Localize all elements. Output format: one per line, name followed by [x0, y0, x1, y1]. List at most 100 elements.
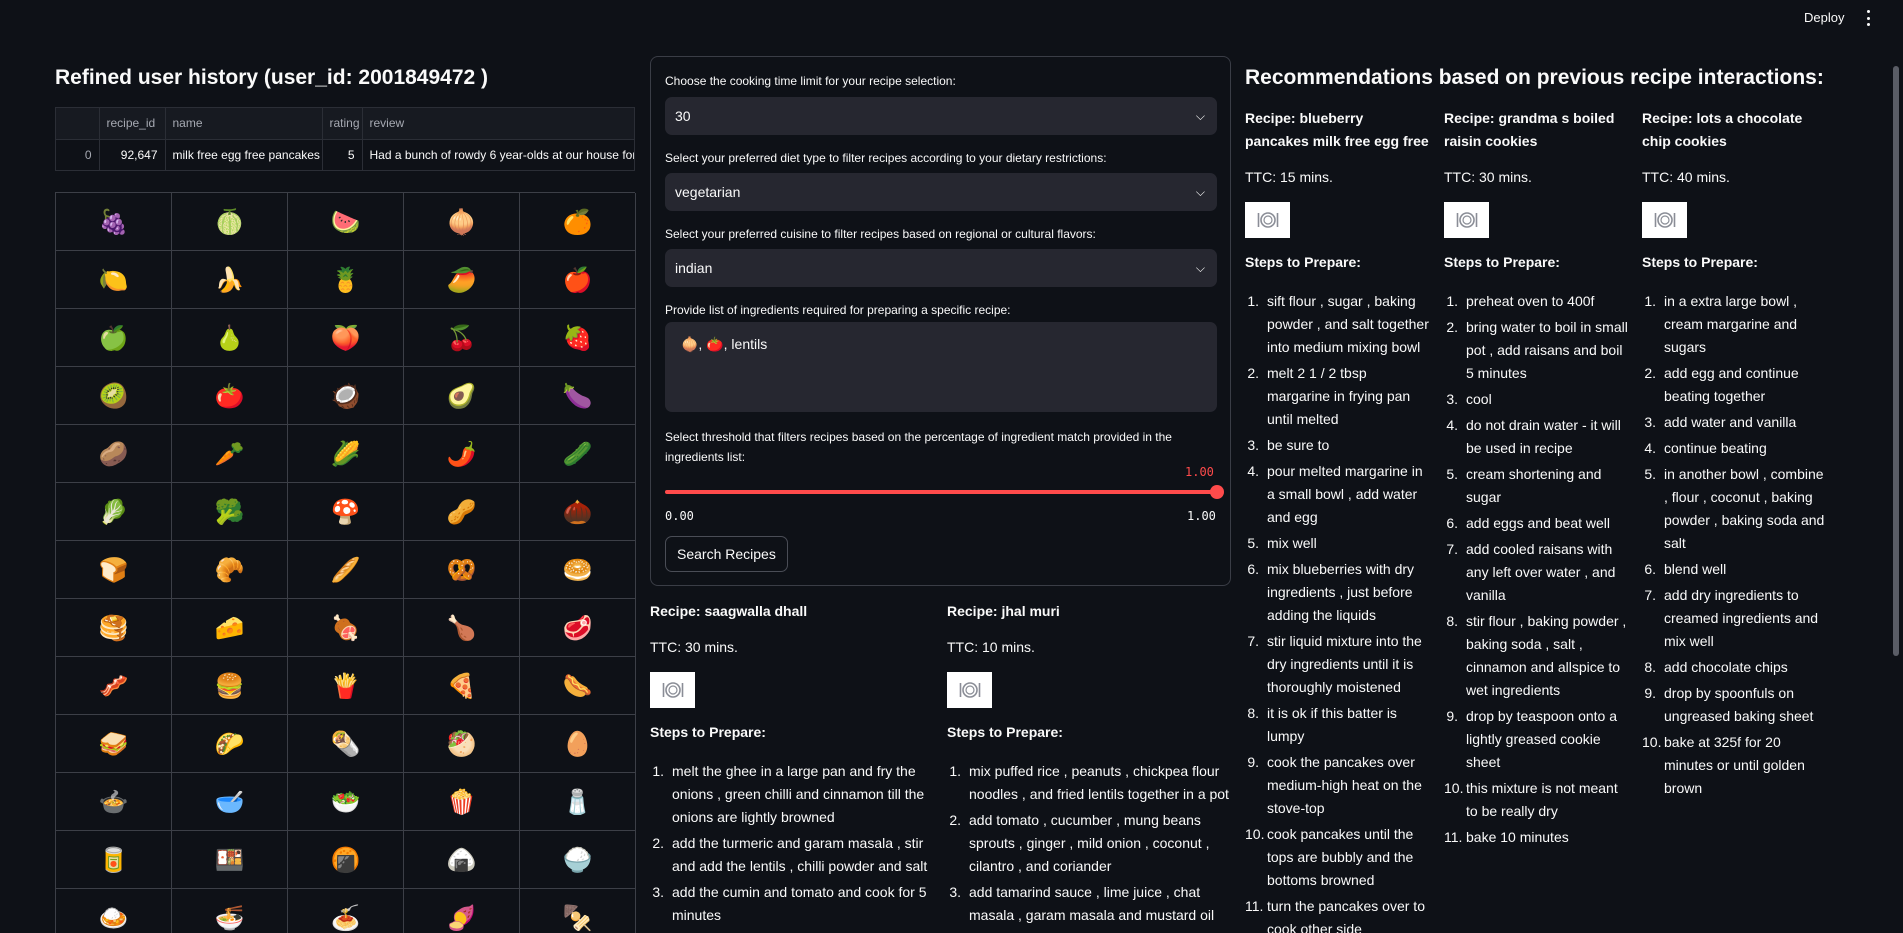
column-header-index[interactable]	[56, 108, 100, 140]
ingredient-cell[interactable]: 🥪	[56, 715, 172, 773]
ingredient-cell[interactable]: 🥬	[56, 483, 172, 541]
ingredient-cell[interactable]: 🍙	[404, 831, 520, 889]
ingredient-cell[interactable]: 🍘	[288, 831, 404, 889]
step-item: 1. preheat oven to 400f	[1446, 293, 1595, 309]
ingredient-cell[interactable]: 🍟	[288, 657, 404, 715]
ingredient-cell[interactable]: 🌭	[520, 657, 636, 715]
cell-name[interactable]: milk free egg free pancakes	[165, 139, 323, 170]
ingredient-cell[interactable]: 🥞	[56, 599, 172, 657]
search-recipes-button[interactable]: Search Recipes	[665, 536, 788, 572]
ingredient-cell[interactable]: 🍉	[288, 193, 404, 251]
ingredient-cell[interactable]: 🥨	[404, 541, 520, 599]
ingredient-cell[interactable]: 🥓	[56, 657, 172, 715]
column-header-rating[interactable]: rating	[322, 108, 363, 140]
ingredient-cell[interactable]: 🥩	[520, 599, 636, 657]
ingredient-cell[interactable]: 🍖	[288, 599, 404, 657]
ingredient-cell[interactable]: 🥜	[404, 483, 520, 541]
deploy-button[interactable]: Deploy	[1796, 6, 1852, 30]
ingredient-cell[interactable]: 🥑	[404, 367, 520, 425]
ingredient-cell[interactable]: 🥯	[520, 541, 636, 599]
time-limit-label: Choose the cooking time limit for your r…	[665, 74, 956, 88]
ingredient-cell[interactable]: 🍿	[404, 773, 520, 831]
ingredient-emoji-grid: 🍇 🍈 🍉 🧅 🍊 🍋 🍌 🍍 🥭 🍎 🍏 🍐 🍑 🍒 🍓 🥝 🍅 🥥 🥑 🍆 🥔 🥕 🌽 🌶️ 🥒 🥬 🥦 🍄 🥜 🌰 🍞 🥐 🥖 🥨 🥯 🥞 🧀 🍖 🍗…	[55, 192, 636, 933]
cell-recipe-id[interactable]: 92,647	[99, 139, 166, 170]
ingredient-cell[interactable]: 🍗	[404, 599, 520, 657]
ingredient-cell[interactable]: 🧂	[520, 773, 636, 831]
ingredient-cell[interactable]: 🍐	[172, 309, 288, 367]
page-scrollbar[interactable]	[1893, 66, 1899, 656]
ingredient-cell[interactable]: 🍋	[56, 251, 172, 309]
ingredients-textarea[interactable]: 🧅, 🍅, lentils	[665, 322, 1217, 412]
ingredient-cell[interactable]: 🥝	[56, 367, 172, 425]
ingredient-cell[interactable]: 🌶️	[404, 425, 520, 483]
ingredient-cell[interactable]: 🍑	[288, 309, 404, 367]
ingredient-cell[interactable]: 🍆	[520, 367, 636, 425]
ingredient-cell[interactable]: 🥔	[56, 425, 172, 483]
step-item: 3. add the cumin and tomato and cook for …	[652, 884, 927, 923]
column-header-recipe-id[interactable]: recipe_id	[99, 108, 166, 140]
ingredient-cell[interactable]: 🥚	[520, 715, 636, 773]
ingredient-cell[interactable]: 🧅	[404, 193, 520, 251]
ingredient-cell[interactable]: 🥖	[288, 541, 404, 599]
table-header-row: recipe_id name rating review	[56, 108, 634, 140]
ingredient-cell[interactable]: 🥕	[172, 425, 288, 483]
ingredient-cell[interactable]: 🌽	[288, 425, 404, 483]
column-header-name[interactable]: name	[165, 108, 323, 140]
ingredient-cell[interactable]: 🥣	[172, 773, 288, 831]
ingredient-cell[interactable]: 🥭	[404, 251, 520, 309]
ingredient-cell[interactable]: 🥙	[404, 715, 520, 773]
ingredient-cell[interactable]: 🍄	[288, 483, 404, 541]
ingredient-cell[interactable]: 🥫	[56, 831, 172, 889]
ingredient-cell[interactable]: 🍱	[172, 831, 288, 889]
ingredient-cell[interactable]: 🍈	[172, 193, 288, 251]
ingredient-cell[interactable]: 🍲	[56, 773, 172, 831]
ingredient-cell[interactable]: 🍌	[172, 251, 288, 309]
diet-type-select[interactable]: vegetarian ⌵	[665, 173, 1217, 211]
ingredient-cell[interactable]: 🍔	[172, 657, 288, 715]
ingredients-label: Provide list of ingredients required for…	[665, 303, 1011, 317]
ingredient-cell[interactable]: 🍛	[56, 889, 172, 933]
ingredient-cell[interactable]: 🍇	[56, 193, 172, 251]
cell-review[interactable]: Had a bunch of rowdy 6 year-olds at our …	[362, 139, 634, 170]
threshold-slider-track[interactable]	[665, 490, 1217, 494]
ingredient-cell[interactable]: 🍊	[520, 193, 636, 251]
column-header-review[interactable]: review	[362, 108, 634, 140]
ingredient-cell[interactable]: 🧀	[172, 599, 288, 657]
ingredient-cell[interactable]: 🍜	[172, 889, 288, 933]
cuisine-select[interactable]: indian ⌵	[665, 249, 1217, 287]
ingredient-cell[interactable]: 🍍	[288, 251, 404, 309]
cell-rating[interactable]: 5	[322, 139, 363, 170]
ingredient-cell[interactable]: 🍅	[172, 367, 288, 425]
cuisine-value: indian	[675, 260, 713, 276]
ingredient-cell[interactable]: 🥐	[172, 541, 288, 599]
ingredient-cell[interactable]: 🍏	[56, 309, 172, 367]
step-item: 1. in a extra large bowl , cream margarin…	[1644, 293, 1798, 355]
ingredient-cell[interactable]: 🥒	[520, 425, 636, 483]
history-table[interactable]: recipe_id name rating review 0 92,647 mi…	[55, 107, 635, 171]
ingredient-cell[interactable]: 🍠	[404, 889, 520, 933]
threshold-slider-handle[interactable]	[1210, 485, 1224, 499]
ingredient-cell[interactable]: 🍚	[520, 831, 636, 889]
ingredient-cell[interactable]: 🥗	[288, 773, 404, 831]
time-limit-select[interactable]: 30 ⌵	[665, 97, 1217, 135]
kebab-menu-icon[interactable]	[1860, 8, 1876, 28]
ingredient-cell[interactable]: 🌯	[288, 715, 404, 773]
ingredient-cell[interactable]: 🍝	[288, 889, 404, 933]
ingredient-cell[interactable]: 🌰	[520, 483, 636, 541]
ingredient-cell[interactable]: 🍞	[56, 541, 172, 599]
ingredient-cell[interactable]: 🍎	[520, 251, 636, 309]
ingredient-cell[interactable]: 🍓	[520, 309, 636, 367]
ingredient-cell[interactable]: 🍕	[404, 657, 520, 715]
step-item: 2. add egg and continue beating together	[1644, 365, 1799, 404]
step-item: 2. bring water to boil in small pot , add…	[1446, 319, 1628, 381]
steps-heading: Steps to Prepare:	[650, 724, 766, 740]
plate-cutlery-icon	[947, 672, 992, 708]
table-row[interactable]: 0 92,647 milk free egg free pancakes 5 H…	[56, 139, 634, 170]
diet-type-value: vegetarian	[675, 184, 741, 200]
ingredient-cell[interactable]: 🥥	[288, 367, 404, 425]
ingredient-cell[interactable]: 🥦	[172, 483, 288, 541]
steps-heading: Steps to Prepare:	[1245, 254, 1361, 270]
ingredient-cell[interactable]: 🍢	[520, 889, 636, 933]
ingredient-cell[interactable]: 🍒	[404, 309, 520, 367]
ingredient-cell[interactable]: 🌮	[172, 715, 288, 773]
